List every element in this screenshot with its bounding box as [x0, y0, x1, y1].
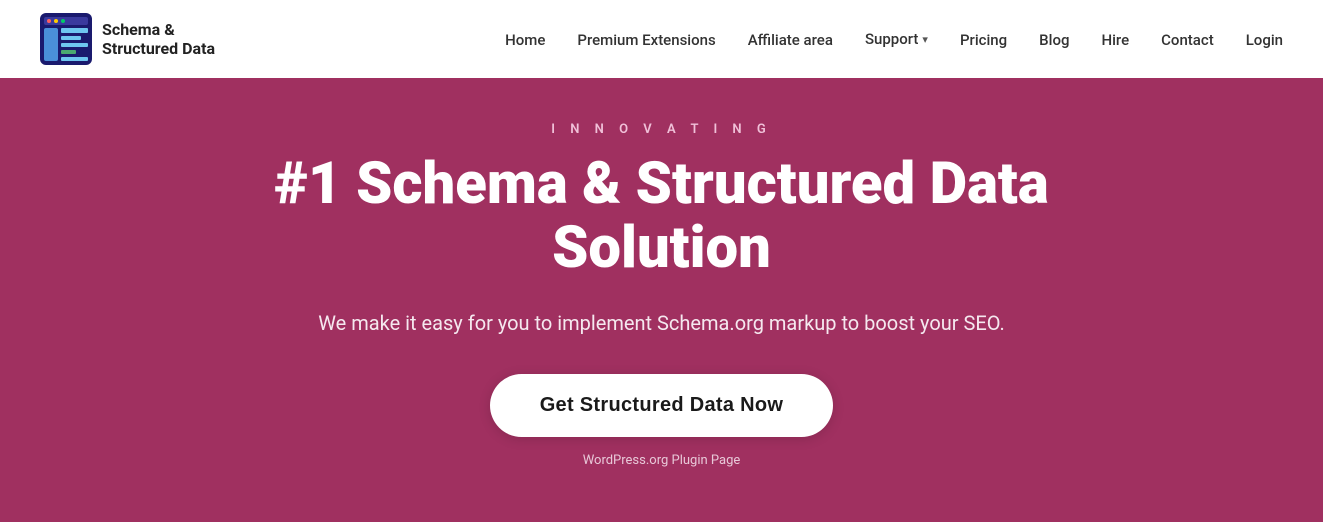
- logo-text-line1: Schema &: [102, 20, 215, 39]
- nav-item-support[interactable]: Support ▾: [865, 30, 928, 48]
- cta-button[interactable]: Get Structured Data Now: [490, 374, 834, 437]
- hero-section: I N N O V A T I N G #1 Schema & Structur…: [0, 78, 1323, 522]
- header: Schema & Structured Data Home Premium Ex…: [0, 0, 1323, 78]
- hero-tagline: I N N O V A T I N G: [551, 122, 771, 137]
- chevron-down-icon: ▾: [922, 33, 928, 46]
- logo-icon: [40, 13, 92, 65]
- nav-link-pricing[interactable]: Pricing: [960, 31, 1007, 49]
- logo[interactable]: Schema & Structured Data: [40, 13, 215, 65]
- nav-item-affiliate[interactable]: Affiliate area: [748, 30, 833, 49]
- nav-item-login[interactable]: Login: [1246, 30, 1283, 49]
- logo-text-line2: Structured Data: [102, 39, 215, 58]
- hero-title: #1 Schema & Structured Data Solution: [162, 153, 1162, 281]
- nav-link-hire[interactable]: Hire: [1101, 31, 1129, 49]
- logo-text: Schema & Structured Data: [102, 20, 215, 58]
- nav-link-affiliate[interactable]: Affiliate area: [748, 31, 833, 49]
- nav-link-home[interactable]: Home: [505, 31, 545, 49]
- nav-item-pricing[interactable]: Pricing: [960, 30, 1007, 49]
- nav-item-contact[interactable]: Contact: [1161, 30, 1214, 49]
- nav-links: Home Premium Extensions Affiliate area S…: [505, 30, 1283, 49]
- wordpress-plugin-link[interactable]: WordPress.org Plugin Page: [583, 453, 741, 468]
- nav-link-blog[interactable]: Blog: [1039, 31, 1069, 49]
- page-wrapper: Schema & Structured Data Home Premium Ex…: [0, 0, 1323, 522]
- nav-link-premium[interactable]: Premium Extensions: [577, 31, 715, 49]
- hero-subtitle: We make it easy for you to implement Sch…: [318, 308, 1005, 338]
- main-nav: Home Premium Extensions Affiliate area S…: [505, 30, 1283, 49]
- nav-link-contact[interactable]: Contact: [1161, 31, 1214, 49]
- nav-item-home[interactable]: Home: [505, 30, 545, 49]
- nav-item-blog[interactable]: Blog: [1039, 30, 1069, 49]
- nav-item-hire[interactable]: Hire: [1101, 30, 1129, 49]
- nav-item-premium[interactable]: Premium Extensions: [577, 30, 715, 49]
- nav-link-support[interactable]: Support: [865, 30, 918, 48]
- nav-link-login[interactable]: Login: [1246, 31, 1283, 49]
